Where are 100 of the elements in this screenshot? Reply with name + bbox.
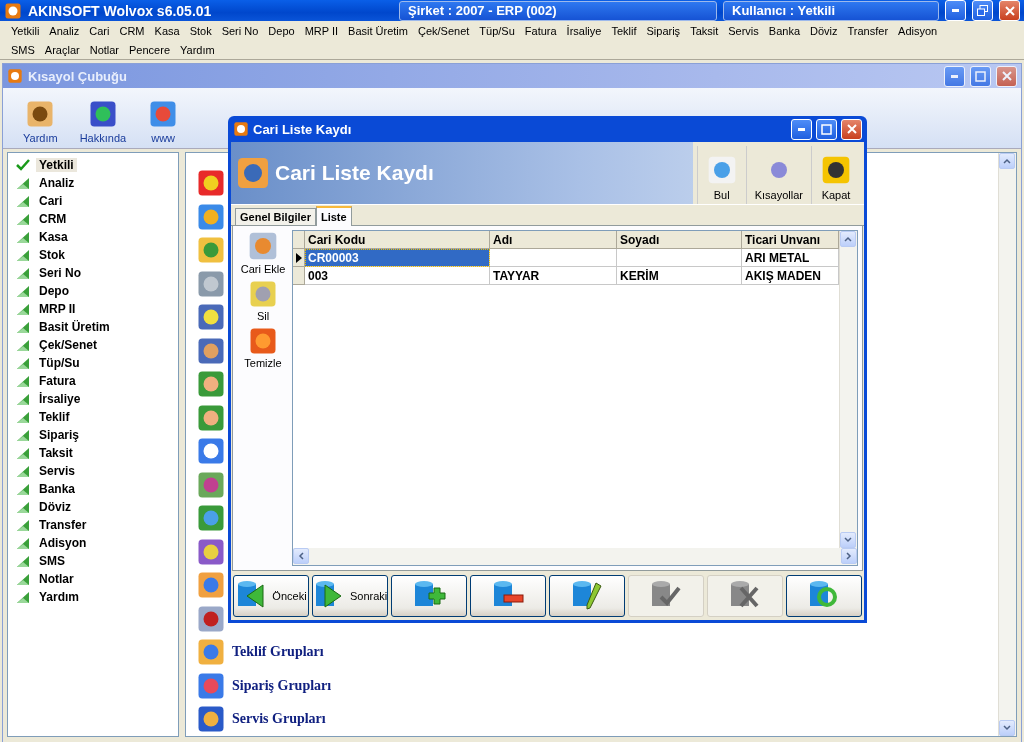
restore-button[interactable] <box>972 0 993 21</box>
module-icon <box>196 436 226 467</box>
menu-item[interactable]: Adisyon <box>893 24 943 37</box>
tree-item[interactable]: Yardım <box>36 590 83 604</box>
shortcut-link[interactable]: Sipariş Grupları <box>232 677 332 694</box>
add-button[interactable] <box>391 575 468 617</box>
toolbar-button[interactable]: www <box>148 99 179 144</box>
toolbar-button[interactable]: Yardım <box>23 99 58 144</box>
menu-item[interactable]: Transfer <box>842 24 894 37</box>
tree-item[interactable]: Yetkili <box>36 158 77 172</box>
maximize-button[interactable] <box>816 118 837 140</box>
vertical-scrollbar[interactable] <box>839 231 857 548</box>
next-button[interactable]: Sonraki <box>311 575 389 617</box>
tree-item[interactable]: Tüp/Su <box>36 356 83 370</box>
header-button[interactable]: Bul <box>696 146 746 204</box>
menu-item[interactable]: Seri No <box>216 24 264 37</box>
menu-item[interactable]: Banka <box>763 24 805 37</box>
column-header[interactable]: Adı <box>490 231 617 249</box>
menu-item[interactable]: Servis <box>723 24 764 37</box>
tab[interactable]: Liste <box>315 206 352 226</box>
scroll-up-button[interactable] <box>840 231 856 247</box>
module-icon <box>196 503 226 534</box>
side-button[interactable]: Temizle <box>244 326 282 369</box>
menu-item[interactable]: Yetkili <box>6 24 45 37</box>
tree-item[interactable]: Sipariş <box>36 428 83 442</box>
table-cell: ARI METAL <box>742 249 839 267</box>
tree-item[interactable]: Fatura <box>36 374 79 388</box>
refresh-button[interactable] <box>786 575 862 617</box>
tree-item[interactable]: Çek/Senet <box>36 338 101 352</box>
tree-item[interactable]: Stok <box>36 248 68 262</box>
tree-item[interactable]: CRM <box>36 212 70 226</box>
tree-item[interactable]: SMS <box>36 554 68 568</box>
shortcut-link[interactable]: Servis Grupları <box>232 711 326 728</box>
horizontal-scrollbar[interactable] <box>293 548 857 565</box>
menu-item[interactable]: Taksit <box>685 24 724 37</box>
tree-item[interactable]: Transfer <box>36 518 90 532</box>
tree-item[interactable]: Analiz <box>36 176 78 190</box>
tree-item[interactable]: Depo <box>36 284 72 298</box>
tree-item[interactable]: MRP II <box>36 302 79 316</box>
tab[interactable]: Genel Bilgiler <box>235 208 316 225</box>
minimize-button[interactable] <box>944 65 965 87</box>
menu-item[interactable]: SMS <box>6 43 40 56</box>
restore-icon <box>977 5 988 16</box>
side-button[interactable]: Sil <box>248 279 278 322</box>
menu-item[interactable]: MRP II <box>299 24 344 37</box>
tree-item[interactable]: Seri No <box>36 266 84 280</box>
menu-item[interactable]: Notlar <box>84 43 125 56</box>
menu-item[interactable]: İrsaliye <box>561 24 607 37</box>
menu-item[interactable]: Fatura <box>519 24 562 37</box>
menu-item[interactable]: Cari <box>84 24 115 37</box>
maximize-button[interactable] <box>970 65 991 87</box>
vertical-scrollbar[interactable] <box>998 153 1016 736</box>
column-header[interactable]: Ticari Unvanı <box>742 231 839 249</box>
minimize-button[interactable] <box>945 0 966 21</box>
menu-item[interactable]: Teklif <box>606 24 642 37</box>
close-button[interactable] <box>999 0 1020 21</box>
tree-item[interactable]: Kasa <box>36 230 71 244</box>
menu-item[interactable]: Yardım <box>175 43 220 56</box>
menu-item[interactable]: Depo <box>263 24 300 37</box>
tree-item[interactable]: Adisyon <box>36 536 90 550</box>
toolbar-button[interactable]: Hakkında <box>79 99 127 144</box>
menu-item[interactable]: Araçlar <box>39 43 85 56</box>
scroll-right-button[interactable] <box>841 548 857 564</box>
table-cell: TAYYAR <box>490 267 617 285</box>
tree-item[interactable]: Banka <box>36 482 79 496</box>
minimize-button[interactable] <box>791 118 812 140</box>
close-button[interactable] <box>841 118 862 140</box>
header-button[interactable]: Kapat <box>811 146 860 204</box>
menu-item[interactable]: Sipariş <box>641 24 686 37</box>
tree-item[interactable]: Servis <box>36 464 79 478</box>
scroll-down-button[interactable] <box>999 719 1015 736</box>
side-button[interactable]: Cari Ekle <box>240 230 286 275</box>
menu-item[interactable]: Döviz <box>805 24 843 37</box>
dialog-title: Cari Liste Kaydı <box>253 121 353 137</box>
shortcut-link[interactable]: Teklif Grupları <box>232 644 324 661</box>
menu-item[interactable]: Basit Üretim <box>343 24 413 37</box>
delete-button[interactable] <box>470 575 547 617</box>
header-button[interactable]: Kısayollar <box>745 146 811 204</box>
menu-item[interactable]: Stok <box>184 24 217 37</box>
scroll-up-button[interactable] <box>999 153 1015 169</box>
tree-item[interactable]: Taksit <box>36 446 76 460</box>
tree-item[interactable]: İrsaliye <box>36 392 84 406</box>
menu-item[interactable]: Analiz <box>44 24 85 37</box>
prev-button[interactable]: Önceki <box>233 575 309 617</box>
scroll-left-button[interactable] <box>293 548 309 564</box>
menu-item[interactable]: Kasa <box>149 24 185 37</box>
menu-item[interactable]: CRM <box>114 24 150 37</box>
menu-item[interactable]: Pencere <box>124 43 175 56</box>
menu-item[interactable]: Tüp/Su <box>474 24 520 37</box>
menu-item[interactable]: Çek/Senet <box>412 24 475 37</box>
tree-item[interactable]: Döviz <box>36 500 74 514</box>
scroll-down-button[interactable] <box>840 532 856 548</box>
tree-item[interactable]: Basit Üretim <box>36 320 113 334</box>
tree-item[interactable]: Notlar <box>36 572 77 586</box>
tree-item[interactable]: Cari <box>36 194 66 208</box>
close-button[interactable] <box>996 65 1017 87</box>
column-header[interactable]: Cari Kodu <box>305 231 490 249</box>
tree-item[interactable]: Teklif <box>36 410 73 424</box>
edit-button[interactable] <box>549 575 626 617</box>
column-header[interactable]: Soyadı <box>617 231 742 249</box>
